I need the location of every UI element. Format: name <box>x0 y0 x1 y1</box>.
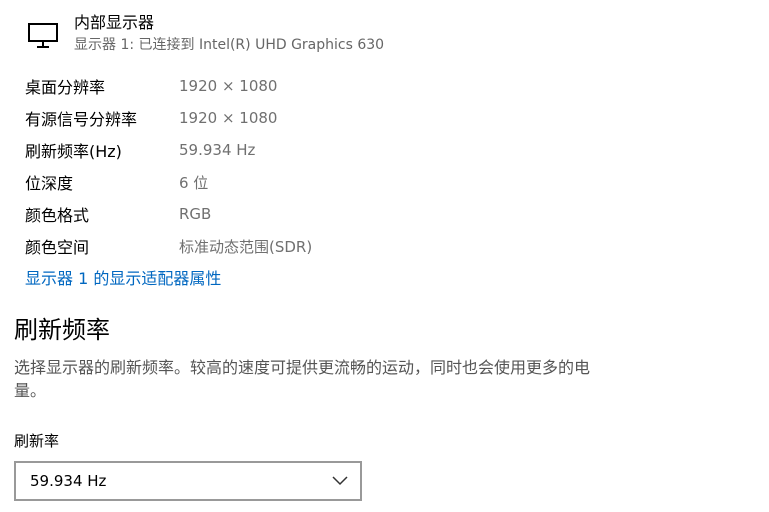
refresh-rate-section-title: 刷新频率 <box>14 316 110 344</box>
display-connection-info: 显示器 1: 已连接到 Intel(R) UHD Graphics 630 <box>74 37 385 53</box>
refresh-rate-select-label: 刷新率 <box>14 432 60 450</box>
property-label: 颜色格式 <box>25 206 90 225</box>
property-value: 1920 × 1080 <box>179 109 278 127</box>
property-row-color-format: 颜色格式 RGB <box>25 198 312 230</box>
display-name: 内部显示器 <box>74 13 155 32</box>
refresh-rate-dropdown[interactable]: 59.934 Hz <box>14 461 362 501</box>
property-row-bit-depth: 位深度 6 位 <box>25 166 312 198</box>
property-label: 有源信号分辨率 <box>25 110 138 129</box>
advanced-display-settings-page: 内部显示器 显示器 1: 已连接到 Intel(R) UHD Graphics … <box>0 0 769 512</box>
property-label: 位深度 <box>25 174 74 193</box>
refresh-rate-description: 选择显示器的刷新频率。较高的速度可提供更流畅的运动，同时也会使用更多的电量。 <box>14 358 591 400</box>
property-label: 桌面分辨率 <box>25 78 106 97</box>
property-value: 1920 × 1080 <box>179 77 278 95</box>
display-header: 内部显示器 显示器 1: 已连接到 Intel(R) UHD Graphics … <box>26 12 384 55</box>
property-label: 刷新频率(Hz) <box>25 142 122 161</box>
display-properties: 桌面分辨率 1920 × 1080 有源信号分辨率 1920 × 1080 刷新… <box>25 70 312 262</box>
display-adapter-properties-link[interactable]: 显示器 1 的显示适配器属性 <box>25 265 221 289</box>
property-value: RGB <box>179 205 212 223</box>
monitor-icon <box>28 23 58 48</box>
refresh-rate-selected-value: 59.934 Hz <box>30 472 107 490</box>
property-label: 颜色空间 <box>25 238 90 257</box>
chevron-down-icon <box>332 476 348 486</box>
property-row-active-signal-resolution: 有源信号分辨率 1920 × 1080 <box>25 102 312 134</box>
property-row-refresh-rate: 刷新频率(Hz) 59.934 Hz <box>25 134 312 166</box>
property-row-color-space: 颜色空间 标准动态范围(SDR) <box>25 230 312 262</box>
property-value: 59.934 Hz <box>179 141 256 159</box>
property-value: 6 位 <box>179 173 209 192</box>
property-value: 标准动态范围(SDR) <box>179 237 313 256</box>
display-text: 内部显示器 显示器 1: 已连接到 Intel(R) UHD Graphics … <box>74 12 384 55</box>
property-row-desktop-resolution: 桌面分辨率 1920 × 1080 <box>25 70 312 102</box>
